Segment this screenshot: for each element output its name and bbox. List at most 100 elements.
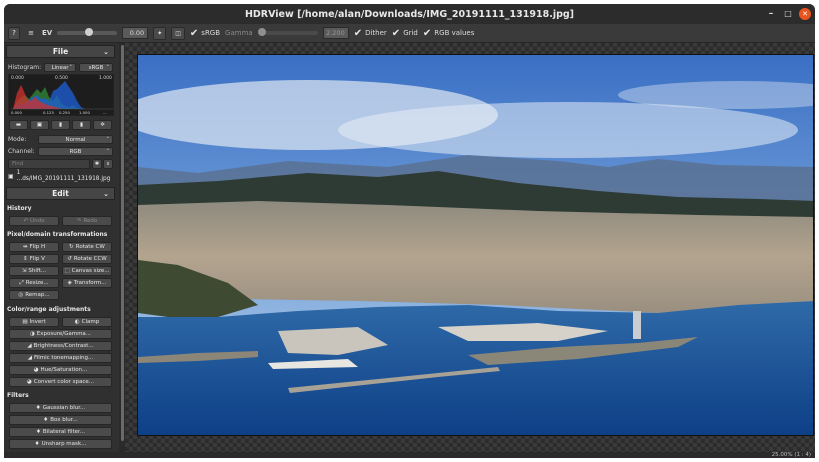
hue-saturation-button[interactable]: ◕ Hue/Saturation... <box>9 365 112 375</box>
gamma-value-field[interactable]: 2.200 <box>322 27 349 39</box>
transform-button[interactable]: ◈ Transform... <box>62 278 112 288</box>
image-canvas[interactable] <box>137 54 814 436</box>
settings-button[interactable]: ✲ <box>93 120 112 130</box>
ev-slider-knob[interactable] <box>85 28 94 36</box>
shift-icon: ⇲ <box>21 268 27 274</box>
remap-button[interactable]: ◎ Remap... <box>9 290 59 300</box>
channel-dropdown[interactable]: RGB ˅ <box>38 147 113 156</box>
srgb-label: sRGB <box>201 29 221 37</box>
redo-label: Redo <box>83 218 98 224</box>
undo-label: Undo <box>30 218 45 224</box>
maximize-button[interactable]: □ <box>782 8 794 20</box>
srgb-checkbox[interactable]: ✔ sRGB <box>190 28 220 39</box>
canvas-size-label: Canvas size... <box>71 268 110 274</box>
city-photo <box>138 55 813 435</box>
histogram-label: Histogram: <box>8 64 42 71</box>
rotate-cw-label: Rotate CW <box>75 244 105 250</box>
grid-checkbox[interactable]: ✔ Grid <box>392 28 418 39</box>
check-icon: ✔ <box>391 27 401 39</box>
invert-button[interactable]: ▤ Invert <box>9 317 59 327</box>
flip-horizontal-icon: ⇹ <box>22 244 28 250</box>
grid-label: Grid <box>403 29 418 37</box>
gaussian-blur-label: Gaussian blur... <box>42 405 86 411</box>
dither-checkbox[interactable]: ✔ Dither <box>354 28 387 39</box>
close-file-button[interactable]: ▮ <box>51 120 70 130</box>
rotate-ccw-button[interactable]: ↺ Rotate CCW <box>62 254 112 264</box>
histogram-scale-dropdown[interactable]: Linear ˅ <box>44 63 76 72</box>
filmic-tonemapping-button[interactable]: ◢ Filmic tonemapping... <box>9 353 112 363</box>
chevron-down-icon: ⌄ <box>103 47 109 56</box>
check-icon: ✔ <box>189 27 199 39</box>
help-button[interactable]: ? <box>8 26 20 40</box>
invert-icon: ▤ <box>22 319 28 325</box>
scrollbar-thumb[interactable] <box>121 45 124 441</box>
gamma-slider[interactable] <box>257 28 318 36</box>
find-input[interactable]: Find <box>8 159 90 169</box>
image-file-icon: ▣ <box>8 172 14 180</box>
clamp-label: Clamp <box>81 319 100 325</box>
filters-section-label: Filters <box>7 392 29 399</box>
bilateral-filter-button[interactable]: ♦ Bilateral filter... <box>9 427 112 437</box>
shift-button[interactable]: ⇲ Shift... <box>9 266 59 276</box>
save-file-button[interactable]: ▣ <box>30 120 49 130</box>
gamma-slider-knob[interactable] <box>257 28 266 36</box>
flip-h-button[interactable]: ⇹ Flip H <box>9 242 59 252</box>
check-icon: ✔ <box>353 27 363 39</box>
regex-toggle-button[interactable]: ✱ <box>92 159 102 169</box>
histogram: 0.000 0.500 1.000 0.000 0.125 0.250 1.00… <box>8 74 114 116</box>
unsharp-mask-label: Unsharp mask... <box>41 441 87 447</box>
invert-label: Invert <box>29 319 46 325</box>
hue-saturation-label: Hue/Saturation... <box>40 367 88 373</box>
file-entry-name: 1 ...ds/IMG_20191111_131918.jpg <box>16 170 111 182</box>
open-file-button[interactable]: ▬ <box>9 120 28 130</box>
undo-button[interactable]: ↶ Undo <box>9 216 59 226</box>
minimize-button[interactable]: – <box>765 8 777 20</box>
brightness-icon: ◢ <box>27 343 32 349</box>
box-blur-button[interactable]: ♦ Box blur... <box>9 415 112 425</box>
clamp-button[interactable]: ◐ Clamp <box>62 317 112 327</box>
gear-icon: ✲ <box>100 122 105 128</box>
canvas-size-button[interactable]: ⬚ Canvas size... <box>62 266 112 276</box>
chevron-down-icon: ˅ <box>106 136 110 143</box>
exposure-gamma-label: Exposure/Gamma... <box>36 331 92 337</box>
histogram-space-dropdown[interactable]: sRGB ˅ <box>79 63 113 72</box>
mode-value: Normal <box>65 136 86 143</box>
case-toggle-button[interactable]: ꜱ <box>103 159 113 169</box>
gaussian-blur-button[interactable]: ♦ Gaussian blur... <box>9 403 112 413</box>
dither-label: Dither <box>365 29 387 37</box>
menu-button[interactable]: ≡ <box>25 27 37 40</box>
normalize-icon[interactable]: ◫ <box>171 26 185 40</box>
trash-all-icon: ▮ <box>79 122 84 128</box>
edit-panel-header[interactable]: Edit ⌄ <box>6 187 115 200</box>
ev-slider[interactable] <box>57 28 118 36</box>
file-panel-header[interactable]: File ⌄ <box>6 45 115 58</box>
canvas-icon: ⬚ <box>64 268 70 274</box>
convert-color-space-button[interactable]: ◕ Convert color space... <box>9 377 112 387</box>
history-section-label: History <box>7 205 32 212</box>
close-all-button[interactable]: ▮ <box>72 120 91 130</box>
chevron-down-icon: ˅ <box>106 64 110 71</box>
convert-color-label: Convert color space... <box>33 379 94 385</box>
image-viewer[interactable] <box>125 43 815 452</box>
pixel-section-label: Pixel/domain transformations <box>7 231 108 238</box>
file-list-item[interactable]: ▣ 1 ...ds/IMG_20191111_131918.jpg <box>8 170 114 182</box>
brightness-contrast-button[interactable]: ◢ Brightness/Contrast... <box>9 341 112 351</box>
ev-value-field[interactable]: 0.00 <box>122 27 149 39</box>
bilateral-filter-label: Bilateral filter... <box>42 429 86 435</box>
reset-exposure-icon[interactable]: ✦ <box>153 26 167 40</box>
flip-v-button[interactable]: ⇕ Flip V <box>9 254 59 264</box>
unsharp-mask-button[interactable]: ♦ Unsharp mask... <box>9 439 112 449</box>
rotate-cw-button[interactable]: ↻ Rotate CW <box>62 242 112 252</box>
remap-icon: ◎ <box>18 292 24 298</box>
exposure-gamma-button[interactable]: ◑ Exposure/Gamma... <box>9 329 112 339</box>
rotate-ccw-icon: ↺ <box>67 256 72 262</box>
rotate-cw-icon: ↻ <box>69 244 74 250</box>
gamma-label: Gamma <box>225 29 253 37</box>
top-toolbar: ? ≡ EV 0.00 ✦ ◫ ✔ sRGB Gamma 2.200 ✔ Dithe… <box>4 24 815 43</box>
histogram-space-value: sRGB <box>88 64 104 71</box>
redo-button[interactable]: ↷ Redo <box>62 216 112 226</box>
mode-dropdown[interactable]: Normal ˅ <box>38 135 113 144</box>
close-button[interactable]: ✕ <box>799 8 811 20</box>
resize-button[interactable]: ⤢ Resize... <box>9 278 59 288</box>
rgb-values-checkbox[interactable]: ✔ RGB values <box>423 28 474 39</box>
